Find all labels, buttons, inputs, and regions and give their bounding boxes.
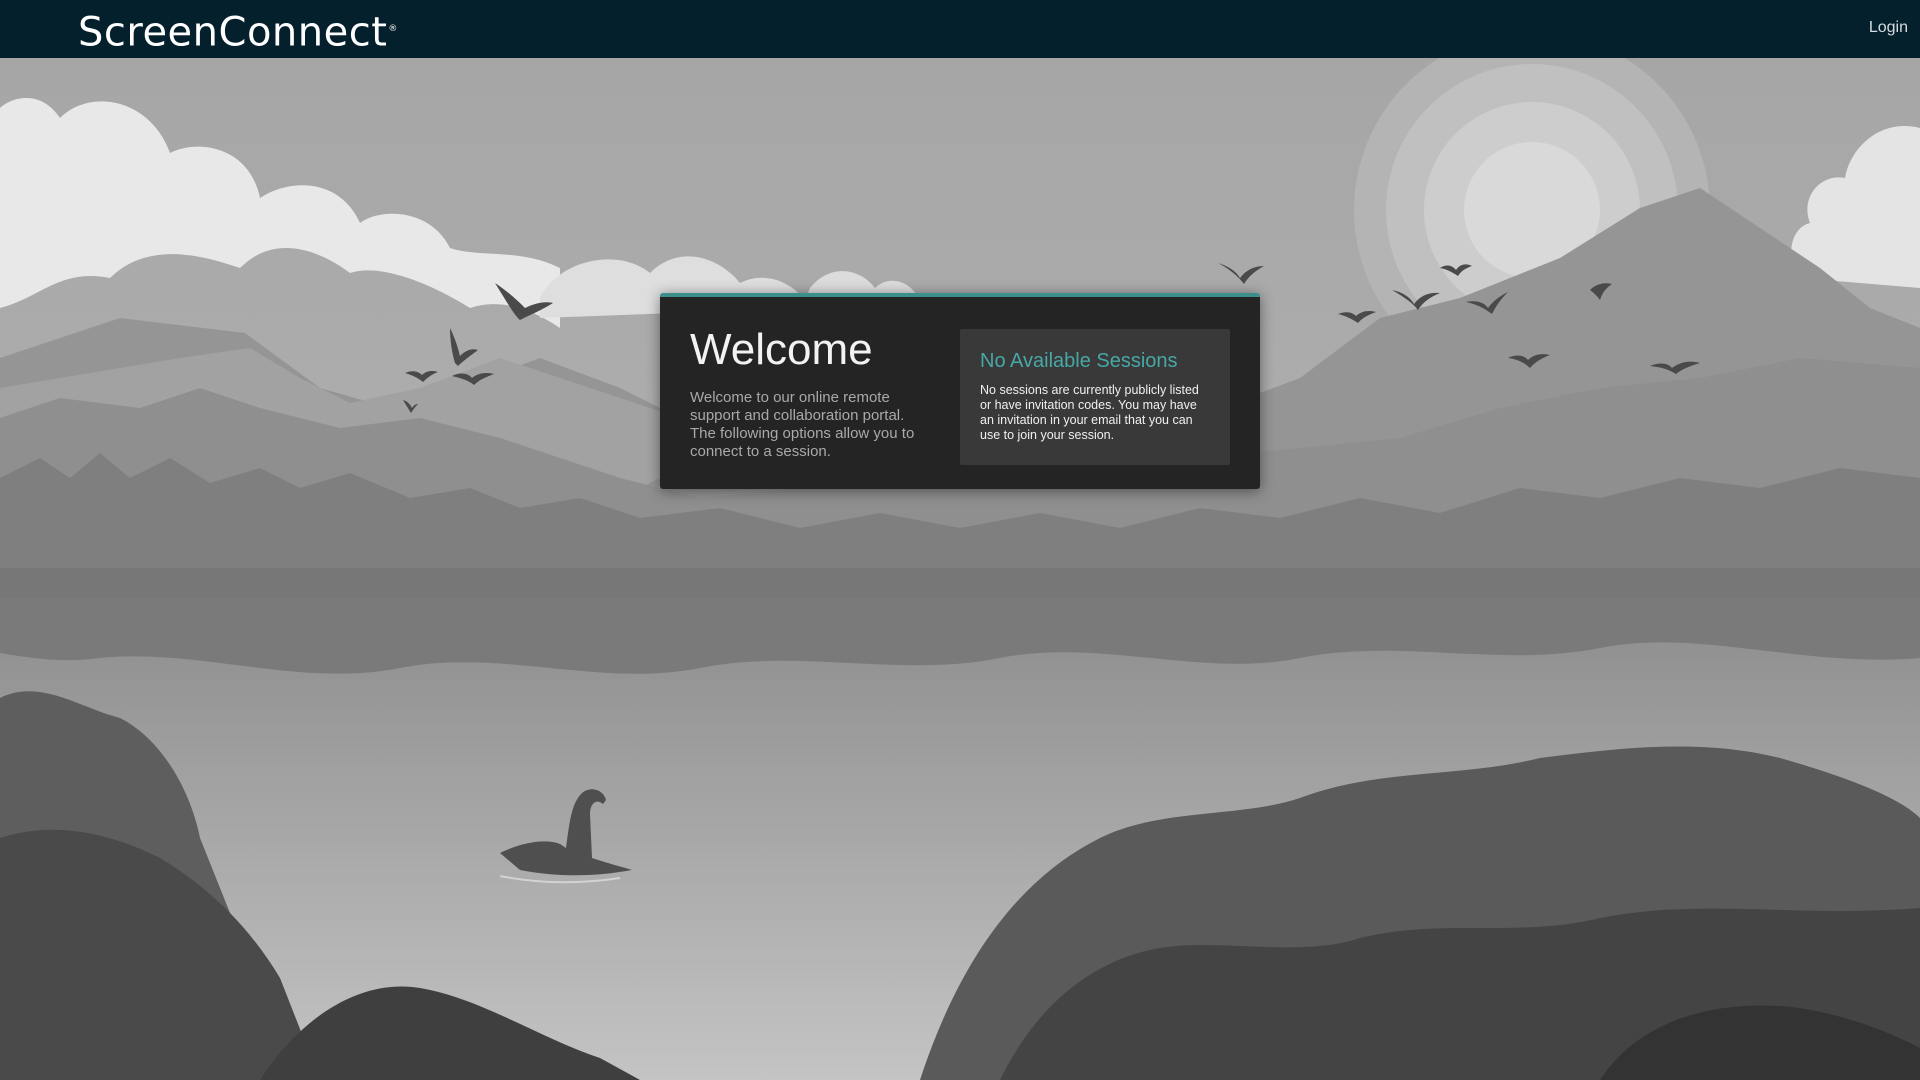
- brand-logo: ScreenConnect®: [78, 5, 398, 56]
- sessions-message: No sessions are currently publicly liste…: [980, 383, 1199, 442]
- sessions-panel: No Available Sessions No sessions are cu…: [960, 329, 1230, 465]
- brand-registered-mark: ®: [388, 24, 398, 34]
- login-link[interactable]: Login: [1869, 19, 1908, 37]
- welcome-description: Welcome to our online remote support and…: [690, 389, 915, 460]
- welcome-title: Welcome: [690, 325, 873, 374]
- top-bar: ScreenConnect® Login: [0, 0, 1920, 58]
- landscape-background: [0, 58, 1920, 1080]
- welcome-card: Welcome Welcome to our online remote sup…: [660, 293, 1260, 489]
- sessions-title: No Available Sessions: [980, 350, 1178, 372]
- brand-name: ScreenConnect: [78, 9, 388, 56]
